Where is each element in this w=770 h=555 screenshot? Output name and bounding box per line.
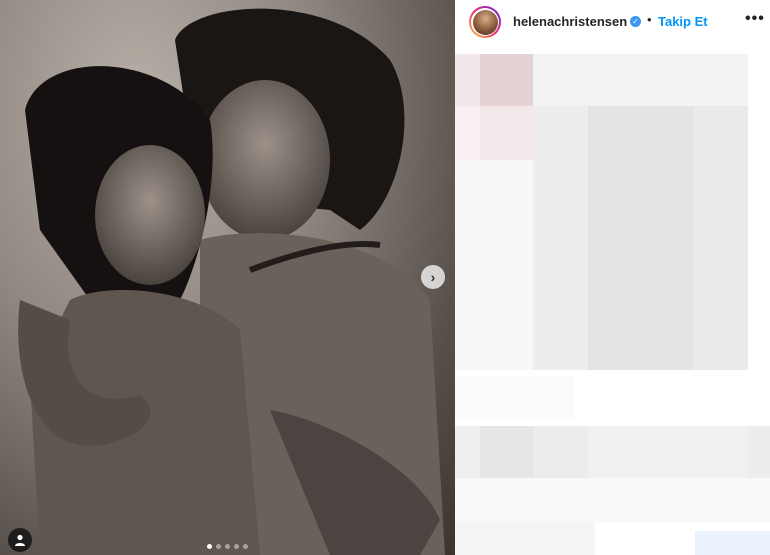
pixel-block <box>455 54 480 106</box>
follow-button[interactable]: Takip Et <box>658 14 708 29</box>
pixel-block <box>695 531 770 555</box>
pixel-block <box>480 54 533 106</box>
more-options-icon[interactable]: ••• <box>745 10 765 28</box>
avatar-ring <box>471 8 499 36</box>
post-sidebar: helenachristensen ✓ • Takip Et ••• <box>455 0 770 555</box>
pixel-block <box>588 426 748 478</box>
pixel-block <box>455 426 480 478</box>
post-header: helenachristensen ✓ • Takip Et ••• <box>455 0 770 46</box>
pixel-block <box>480 106 533 160</box>
pixel-block <box>533 106 588 370</box>
pixel-block <box>455 478 770 523</box>
avatar[interactable] <box>469 6 501 38</box>
carousel-dot <box>225 544 230 549</box>
carousel-dot <box>243 544 248 549</box>
pixel-block <box>588 106 693 370</box>
pixel-block <box>693 106 748 370</box>
carousel-dot <box>216 544 221 549</box>
pixel-block <box>480 426 533 478</box>
verified-badge-icon: ✓ <box>630 16 641 27</box>
pixel-block <box>455 376 575 420</box>
pixel-block <box>455 160 533 370</box>
avatar-image <box>472 9 498 35</box>
post-media[interactable]: › <box>0 0 455 555</box>
chevron-right-icon: › <box>430 269 436 285</box>
header-separator: • <box>647 12 652 27</box>
post-photo <box>18 8 445 555</box>
username-link[interactable]: helenachristensen <box>513 14 627 29</box>
carousel-dot <box>234 544 239 549</box>
pixel-block <box>533 426 588 478</box>
pixelated-comments-area <box>455 46 770 555</box>
carousel-dot <box>207 544 212 549</box>
carousel-indicator <box>0 544 455 549</box>
pixel-block <box>533 54 748 106</box>
pixel-block <box>455 106 480 160</box>
pixel-block <box>748 426 770 478</box>
pixel-block <box>455 523 595 555</box>
next-slide-button[interactable]: › <box>421 265 445 289</box>
